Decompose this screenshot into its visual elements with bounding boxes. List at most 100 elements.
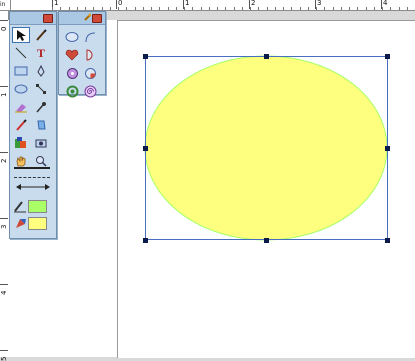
ruler-number: 2 <box>0 158 8 163</box>
ruler-minor-tick <box>118 7 119 10</box>
ruler-number: 3 <box>317 0 322 7</box>
resize-handle-nw[interactable] <box>143 54 148 59</box>
ruler-minor-tick <box>250 7 251 10</box>
resize-handle-se[interactable] <box>385 238 390 243</box>
stroke-color-icon[interactable] <box>13 199 27 213</box>
magnifier-icon <box>36 156 47 167</box>
fill-color-icon[interactable] <box>13 216 29 230</box>
ruler-minor-tick <box>390 7 391 10</box>
line-icon <box>15 47 27 59</box>
resize-handle-n[interactable] <box>264 54 269 59</box>
rectangle-tool[interactable] <box>12 63 30 79</box>
freehand-tool[interactable] <box>32 27 50 43</box>
close-icon[interactable] <box>92 14 102 23</box>
ruler-minor-tick <box>217 7 218 10</box>
eyedropper-icon <box>36 102 46 113</box>
arrowheads-icon[interactable] <box>15 183 51 191</box>
ruler-minor-tick <box>168 7 169 10</box>
eraser-tool[interactable] <box>12 99 30 115</box>
ruler-minor-tick <box>234 7 235 10</box>
resize-handle-ne[interactable] <box>385 54 390 59</box>
selection-frame <box>145 56 388 240</box>
stroke-color-swatch[interactable] <box>28 200 47 213</box>
ruler-minor-tick <box>407 7 408 10</box>
tools-panel: T <box>9 11 57 239</box>
ellipse-shape-tool[interactable] <box>63 29 81 45</box>
ruler-minor-tick <box>209 7 210 10</box>
heart-shape-tool[interactable] <box>63 47 81 63</box>
ruler-minor-tick <box>143 7 144 10</box>
horizontal-ruler[interactable]: 1 0 1 2 3 4 <box>0 0 415 11</box>
pie-shape-tool[interactable] <box>81 47 99 63</box>
arc-shape-tool[interactable] <box>81 29 99 45</box>
fill-color-swatch[interactable] <box>28 217 47 230</box>
tools-panel-titlebar[interactable] <box>10 12 56 25</box>
gradient-tool[interactable] <box>32 117 50 133</box>
line-tool[interactable] <box>12 45 30 61</box>
ruler-minor-tick <box>267 7 268 10</box>
node-tool[interactable] <box>32 81 50 97</box>
node-edit-icon <box>36 84 46 94</box>
ring-shape-tool[interactable] <box>63 83 81 99</box>
shapes-panel <box>58 11 106 97</box>
ruler-number: 0 <box>118 0 123 7</box>
ruler-number: 1 <box>0 92 8 97</box>
resize-handle-e[interactable] <box>385 146 390 151</box>
camera-tool[interactable] <box>32 135 50 151</box>
ruler-minor-tick <box>151 7 152 10</box>
select-tool[interactable] <box>12 27 30 43</box>
pen-tool[interactable] <box>32 63 50 79</box>
ruler-number: 4 <box>383 0 388 7</box>
line-style-dashed[interactable] <box>14 177 50 179</box>
ruler-minor-tick <box>316 7 317 10</box>
circle-node-tool[interactable] <box>63 65 81 81</box>
ruler-number: 1 <box>54 0 59 7</box>
ellipse-icon <box>65 32 79 42</box>
resize-handle-w[interactable] <box>143 146 148 151</box>
ruler-minor-tick <box>300 7 301 10</box>
ruler-minor-tick <box>308 7 309 10</box>
ruler-number: 0 <box>0 26 8 31</box>
line-style-solid[interactable] <box>14 167 50 169</box>
ruler-minor-tick <box>201 7 202 10</box>
ruler-minor-tick <box>85 7 86 10</box>
ruler-minor-tick <box>225 7 226 10</box>
ruler-number: 1 <box>185 0 190 7</box>
spiral-shape-tool[interactable] <box>81 83 99 99</box>
camera-icon <box>35 139 47 148</box>
ruler-unit-label: in <box>0 1 6 8</box>
ruler-minor-tick <box>333 7 334 10</box>
heart-shape-icon <box>65 49 79 61</box>
text-icon: T <box>36 45 45 60</box>
close-icon[interactable] <box>43 14 53 23</box>
color-pick-tool[interactable] <box>12 117 30 133</box>
paint-bucket-icon <box>15 137 26 148</box>
ruler-minor-tick <box>399 7 400 10</box>
resize-handle-sw[interactable] <box>143 238 148 243</box>
ellipse-tool[interactable] <box>12 81 30 97</box>
ring-icon <box>66 85 78 97</box>
fill-tool[interactable] <box>12 135 30 151</box>
spiral-icon <box>84 85 96 97</box>
eyedropper-tool[interactable] <box>32 99 50 115</box>
color-picker-icon <box>16 119 27 131</box>
ruler-minor-tick <box>242 7 243 10</box>
ruler-minor-tick <box>69 7 70 10</box>
ruler-minor-tick <box>126 7 127 10</box>
shapes-panel-titlebar[interactable] <box>59 12 105 25</box>
pie-node-tool[interactable] <box>81 65 99 81</box>
ruler-unit-corner[interactable]: in <box>0 0 11 11</box>
ruler-number: 5 <box>0 356 8 361</box>
ruler-minor-tick <box>184 7 185 10</box>
ruler-minor-tick <box>258 7 259 10</box>
resize-handle-s[interactable] <box>264 238 269 243</box>
pen-nib-icon <box>37 65 45 77</box>
text-tool[interactable]: T <box>32 45 50 61</box>
ruler-minor-tick <box>349 7 350 10</box>
ruler-minor-tick <box>283 7 284 10</box>
ruler-minor-tick <box>324 7 325 10</box>
ruler-number: 2 <box>251 0 256 7</box>
ruler-minor-tick <box>52 7 53 10</box>
pin-icon[interactable] <box>83 13 91 21</box>
brush-icon <box>36 29 47 41</box>
